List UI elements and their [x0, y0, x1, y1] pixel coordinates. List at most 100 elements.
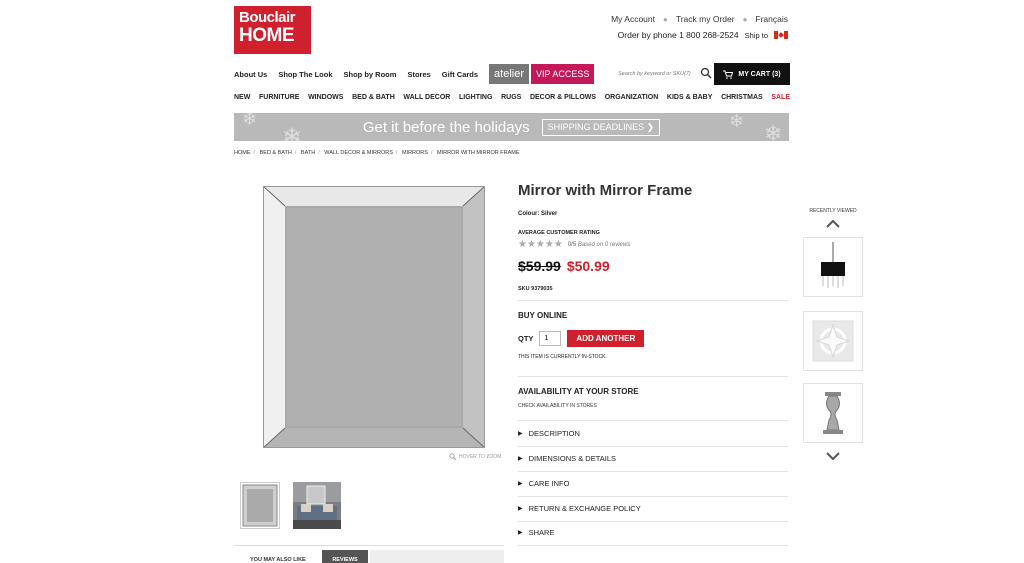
- cat-new[interactable]: NEW: [234, 94, 250, 101]
- rating-note: Based on 0 reviews: [577, 241, 631, 248]
- nav-about-us[interactable]: About Us: [234, 70, 267, 79]
- language-link[interactable]: Français: [755, 14, 788, 24]
- expand-arrow-icon: ▶: [518, 530, 523, 536]
- recent-item-chandelier[interactable]: [803, 237, 863, 297]
- brand-logo[interactable]: Bouclair HOME: [234, 6, 311, 54]
- chevron-down-icon[interactable]: [824, 452, 842, 463]
- logo-line-1: Bouclair: [239, 9, 296, 26]
- accordion-label: RETURN & EXCHANGE POLICY: [528, 504, 641, 513]
- thumbnail-mirror[interactable]: [240, 482, 280, 529]
- crumb-home[interactable]: HOME: [234, 150, 251, 156]
- track-order-link[interactable]: Track my Order: [676, 14, 735, 24]
- product-title: Mirror with Mirror Frame: [518, 182, 693, 199]
- cat-decor-pillows[interactable]: DECOR & PILLOWS: [530, 94, 596, 101]
- cat-sale[interactable]: SALE: [771, 94, 790, 101]
- recent-item-wall-art[interactable]: [803, 311, 863, 371]
- product-image[interactable]: [263, 186, 485, 448]
- zoom-icon: [449, 453, 456, 460]
- tab-you-may-also-like[interactable]: YOU MAY ALSO LIKE: [250, 557, 306, 563]
- order-by-phone: Order by phone 1 800 268-2524: [617, 30, 739, 40]
- store-availability-heading: AVAILABILITY AT YOUR STORE: [518, 387, 639, 396]
- divider: [518, 420, 788, 421]
- star-icons: ★★★★★: [518, 239, 563, 250]
- separator-dot: ●: [663, 14, 668, 24]
- divider: [518, 300, 788, 301]
- ship-to-label[interactable]: Ship to: [745, 31, 768, 40]
- expand-arrow-icon: ▶: [518, 431, 523, 437]
- cart-label: MY CART (3): [738, 70, 781, 78]
- cat-bed-bath[interactable]: BED & BATH: [352, 94, 395, 101]
- cat-windows[interactable]: WINDOWS: [308, 94, 343, 101]
- recently-viewed-title: RECENTLY VIEWED: [809, 208, 857, 214]
- rating-label: AVERAGE CUSTOMER RATING: [518, 230, 600, 236]
- divider: [518, 471, 788, 472]
- nav-stores[interactable]: Stores: [407, 70, 430, 79]
- tab-reviews[interactable]: REVIEWS: [322, 550, 368, 563]
- old-price: $59.99: [518, 258, 561, 274]
- rating-stars[interactable]: ★★★★★ 0/5 Based on 0 reviews: [518, 239, 630, 250]
- vip-access-button[interactable]: VIP ACCESS: [531, 64, 595, 84]
- stock-status: THIS ITEM IS CURRENTLY IN-STOCK.: [518, 354, 607, 360]
- shipping-deadlines-button[interactable]: SHIPPING DEADLINES ❯: [541, 118, 661, 136]
- crumb-mirrors[interactable]: MIRRORS: [402, 150, 428, 156]
- snowflake-icon: ❄: [764, 121, 783, 141]
- product-colour: Colour: Silver: [518, 211, 558, 217]
- product-sku: SKU 9379035: [518, 286, 553, 292]
- nav-gift-cards[interactable]: Gift Cards: [442, 70, 478, 79]
- accordion-return-policy[interactable]: ▶ RETURN & EXCHANGE POLICY: [518, 504, 788, 513]
- cat-furniture[interactable]: FURNITURE: [259, 94, 299, 101]
- accordion-care-info[interactable]: ▶ CARE INFO: [518, 479, 788, 488]
- my-account-link[interactable]: My Account: [611, 14, 655, 24]
- phone-line: Order by phone 1 800 268-2524 Ship to: [618, 30, 788, 40]
- category-nav: NEW FURNITURE WINDOWS BED & BATH WALL DE…: [234, 94, 790, 101]
- cat-lighting[interactable]: LIGHTING: [459, 94, 492, 101]
- crumb-bed-bath[interactable]: BED & BATH: [260, 150, 292, 156]
- divider: [518, 496, 788, 497]
- banner-message: Get it before the holidays: [362, 118, 530, 136]
- divider: [518, 521, 788, 522]
- add-to-cart-button[interactable]: ADD ANOTHER: [567, 330, 645, 347]
- crumb-current: MIRROR WITH MIRROR FRAME: [437, 150, 520, 156]
- atelier-button[interactable]: atelier: [489, 64, 530, 84]
- search-icon[interactable]: [700, 67, 712, 79]
- price-block: $59.99 $50.99: [518, 258, 610, 274]
- crumb-bath[interactable]: BATH: [301, 150, 315, 156]
- recent-item-candle-holder[interactable]: [803, 383, 863, 443]
- main-nav: About Us Shop The Look Shop by Room Stor…: [234, 63, 790, 85]
- accordion-label: DIMENSIONS & DETAILS: [528, 454, 617, 463]
- nav-shop-by-room[interactable]: Shop by Room: [344, 70, 397, 79]
- cart-button[interactable]: MY CART (3): [714, 63, 790, 85]
- nav-shop-the-look[interactable]: Shop The Look: [278, 70, 332, 79]
- cat-wall-decor[interactable]: WALL DECOR: [403, 94, 450, 101]
- cat-organization[interactable]: ORGANIZATION: [605, 94, 659, 101]
- quantity-row: QTY ADD ANOTHER: [518, 330, 645, 347]
- hover-zoom-hint: HOVER TO ZOOM: [449, 453, 501, 460]
- cat-kids-baby[interactable]: KIDS & BABY: [667, 94, 713, 101]
- logo-line-2: HOME: [239, 25, 295, 46]
- accordion-share[interactable]: ▶ SHARE: [518, 528, 788, 537]
- thumbnail-room-scene[interactable]: [293, 482, 341, 529]
- divider: [518, 545, 788, 546]
- canada-flag-icon[interactable]: [774, 31, 788, 39]
- expand-arrow-icon: ▶: [518, 481, 523, 487]
- hover-zoom-text: HOVER TO ZOOM: [459, 453, 502, 460]
- accordion-label: DESCRIPTION: [528, 429, 580, 438]
- top-links: My Account ● Track my Order ● Français: [611, 14, 788, 24]
- qty-label: QTY: [518, 334, 534, 343]
- accordion-dimensions[interactable]: ▶ DIMENSIONS & DETAILS: [518, 454, 788, 463]
- crumb-wall-decor[interactable]: WALL DECOR & MIRRORS: [324, 150, 393, 156]
- tab-bar-fill: [370, 550, 504, 563]
- snowflake-icon: ❄: [282, 124, 303, 141]
- snowflake-icon: ❄: [242, 113, 258, 129]
- check-availability-link[interactable]: CHECK AVAILABILITY IN STORES: [518, 403, 597, 409]
- expand-arrow-icon: ▶: [518, 456, 523, 462]
- accordion-description[interactable]: ▶ DESCRIPTION: [518, 429, 788, 438]
- cat-christmas[interactable]: CHRISTMAS: [721, 94, 763, 101]
- bottom-tabs: YOU MAY ALSO LIKE REVIEWS: [234, 545, 504, 563]
- chevron-up-icon[interactable]: [824, 219, 842, 231]
- rating-value: 0/5: [567, 241, 577, 248]
- quantity-input[interactable]: [539, 331, 562, 346]
- holiday-banner[interactable]: ❄ ❄ ❄ ❄ Get it before the holidays SHIPP…: [234, 113, 789, 141]
- sale-price: $50.99: [566, 258, 610, 274]
- cat-rugs[interactable]: RUGS: [501, 94, 521, 101]
